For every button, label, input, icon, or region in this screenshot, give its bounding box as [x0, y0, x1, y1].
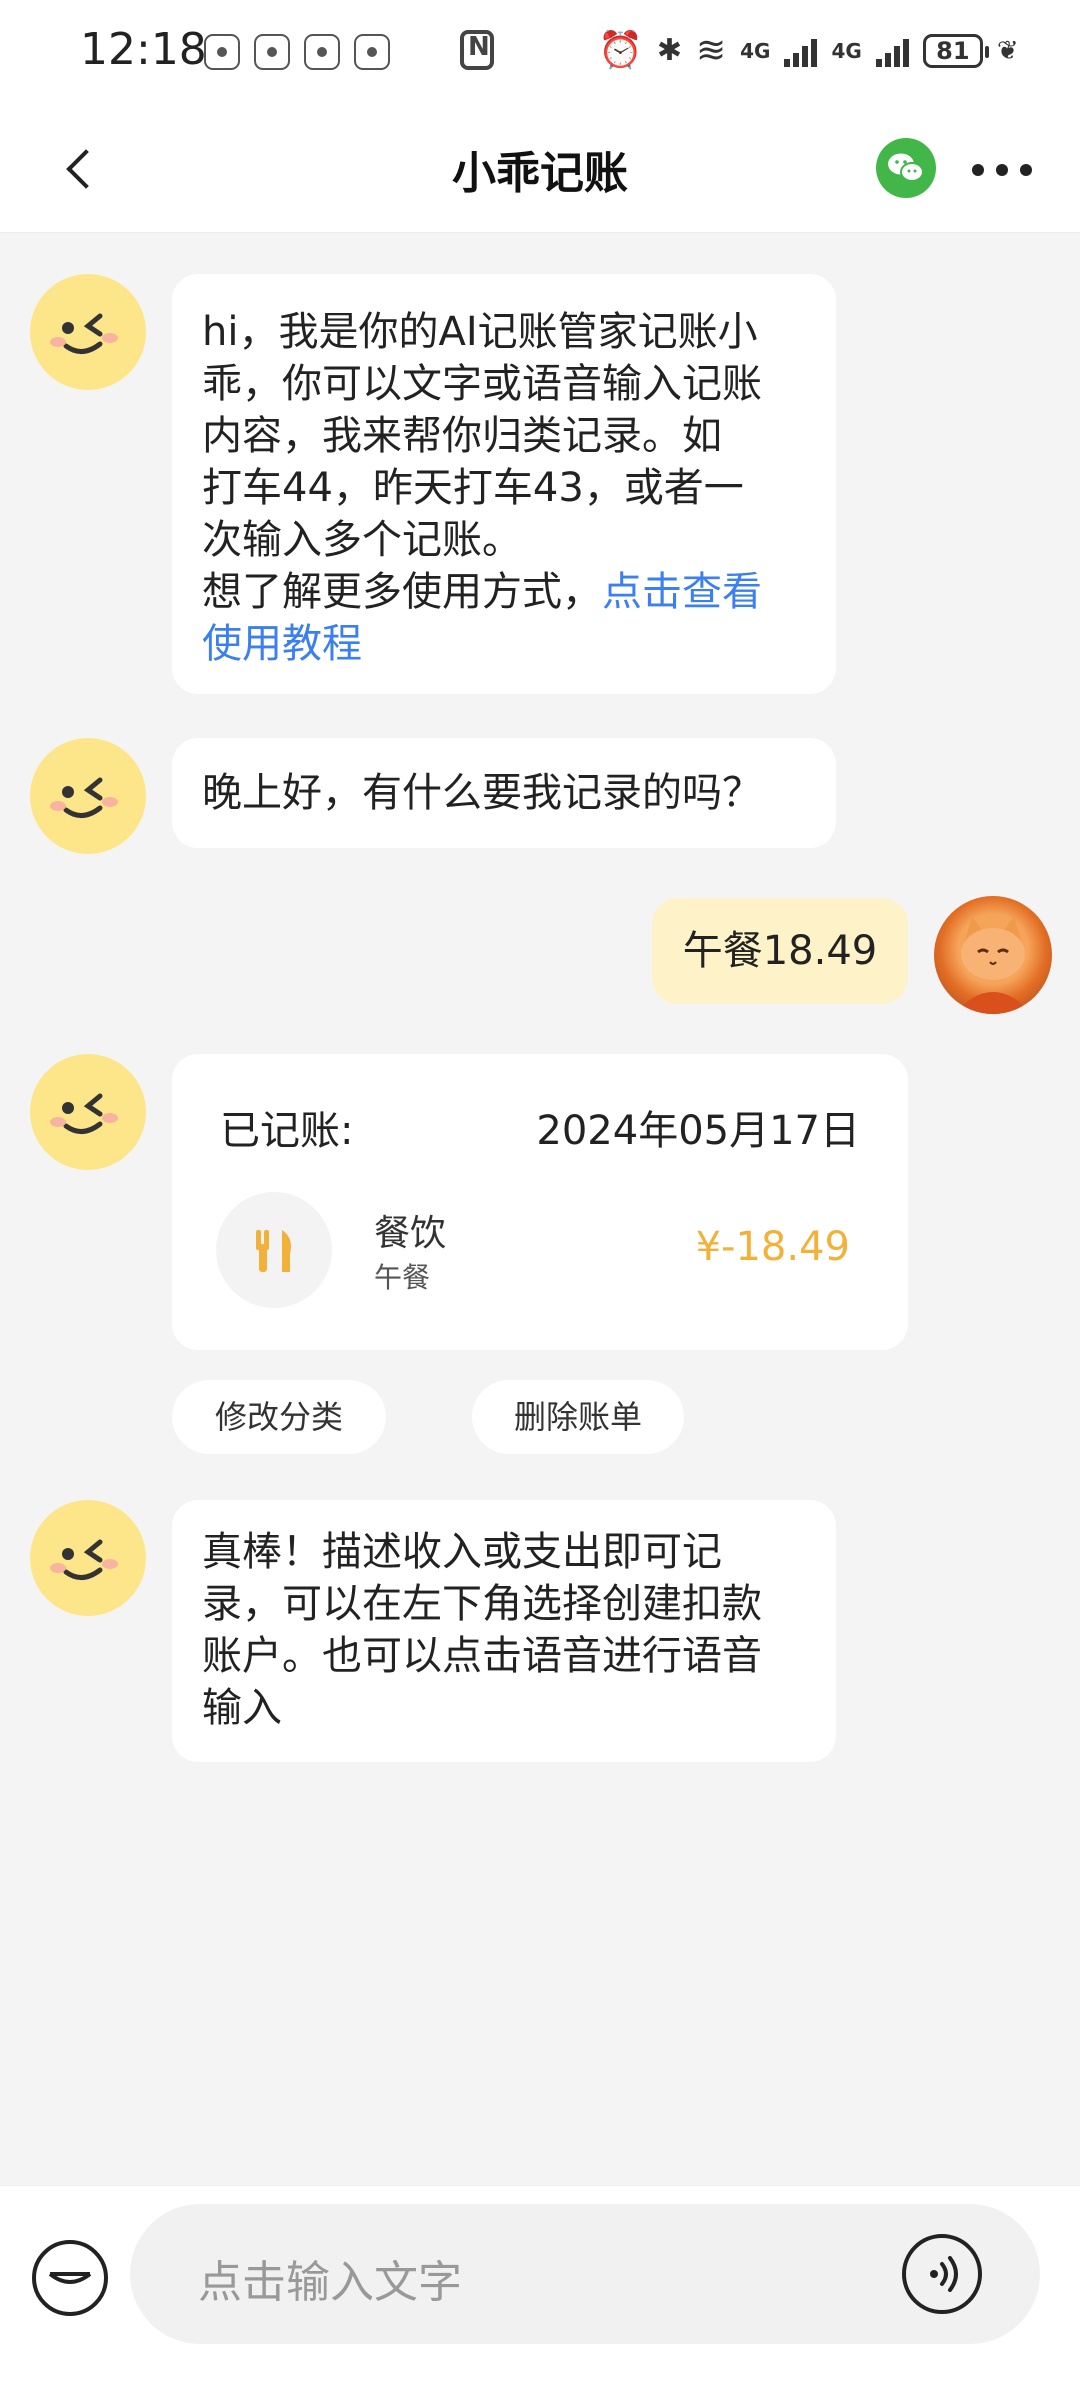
tutorial-link[interactable]: 使用教程	[202, 618, 806, 670]
input-bar: 点击输入文字	[0, 2185, 1080, 2391]
notification-icon	[304, 34, 340, 70]
bot-avatar	[30, 738, 146, 854]
record-amount: ¥-18.49	[695, 1224, 850, 1270]
status-bar: 12:18 ⏰ ✱ ≋ 4G 4G 81 ❦	[0, 0, 1080, 105]
modify-category-button[interactable]: 修改分类	[172, 1380, 386, 1454]
status-time: 12:18	[80, 24, 207, 75]
nav-header: 小乖记账	[0, 105, 1080, 233]
signal-icon	[875, 35, 909, 67]
network-type-label: 4G	[831, 39, 862, 63]
record-note: 午餐	[374, 1261, 431, 1294]
wifi-icon: ≋	[695, 30, 727, 71]
welcome-line: 内容，我来帮你归类记录。如	[202, 413, 722, 459]
signal-icon	[784, 35, 818, 67]
record-date: 2024年05月17日	[536, 1108, 860, 1154]
input-placeholder: 点击输入文字	[198, 2257, 462, 2308]
bot-greeting-bubble: 晚上好，有什么要我记录的吗？	[172, 738, 836, 848]
delete-bill-button[interactable]: 删除账单	[472, 1380, 684, 1454]
tip-line: 输入	[202, 1685, 282, 1731]
bluetooth-icon: ✱	[656, 33, 682, 68]
network-type-label: 4G	[740, 39, 771, 63]
more-icon[interactable]	[972, 145, 1032, 195]
bot-tip-bubble: 真棒！描述收入或支出即可记 录，可以在左下角选择创建扣款 账户。也可以点击语音进…	[172, 1500, 836, 1762]
notification-icon	[204, 34, 240, 70]
notification-icon	[354, 34, 390, 70]
status-icons: ⏰ ✱ ≋ 4G 4G 81 ❦	[598, 26, 1019, 76]
fork-knife-icon	[216, 1192, 332, 1308]
text-input[interactable]: 点击输入文字	[130, 2204, 1040, 2344]
user-avatar	[934, 896, 1052, 1014]
battery-icon: 81	[922, 34, 989, 68]
tip-line: 账户。也可以点击语音进行语音	[202, 1633, 762, 1679]
leaf-icon: ❦	[996, 36, 1019, 66]
welcome-line: 乖，你可以文字或语音输入记账	[202, 361, 762, 407]
record-card: 已记账: 2024年05月17日 餐饮 午餐 ¥-18.49	[172, 1054, 908, 1350]
tip-line: 录，可以在左下角选择创建扣款	[202, 1581, 762, 1627]
welcome-line: 次输入多个记账。	[202, 517, 522, 563]
voice-icon[interactable]	[902, 2234, 982, 2314]
bot-welcome-bubble: hi，我是你的AI记账管家记账小 乖，你可以文字或语音输入记账 内容，我来帮你归…	[172, 274, 836, 694]
welcome-line: hi，我是你的AI记账管家记账小	[202, 309, 758, 355]
greeting-text: 晚上好，有什么要我记录的吗？	[202, 770, 762, 816]
wechat-icon[interactable]	[876, 138, 936, 198]
nfc-icon	[460, 30, 494, 70]
bot-avatar	[30, 274, 146, 390]
welcome-line: 打车44，昨天打车43，或者一	[202, 465, 744, 511]
notification-icon	[254, 34, 290, 70]
alarm-icon: ⏰	[598, 30, 643, 71]
bot-avatar	[30, 1500, 146, 1616]
user-message-bubble: 午餐18.49	[652, 898, 908, 1004]
tutorial-prefix: 想了解更多使用方式，	[202, 569, 602, 615]
welcome-tutorial-line: 想了解更多使用方式，点击查看	[202, 566, 806, 618]
wallet-icon[interactable]	[32, 2240, 108, 2316]
record-label: 已记账:	[220, 1108, 354, 1154]
tip-line: 真棒！描述收入或支出即可记	[202, 1529, 722, 1575]
record-category: 餐饮	[374, 1213, 447, 1254]
bot-avatar	[30, 1054, 146, 1170]
tutorial-link[interactable]: 点击查看	[602, 569, 762, 615]
